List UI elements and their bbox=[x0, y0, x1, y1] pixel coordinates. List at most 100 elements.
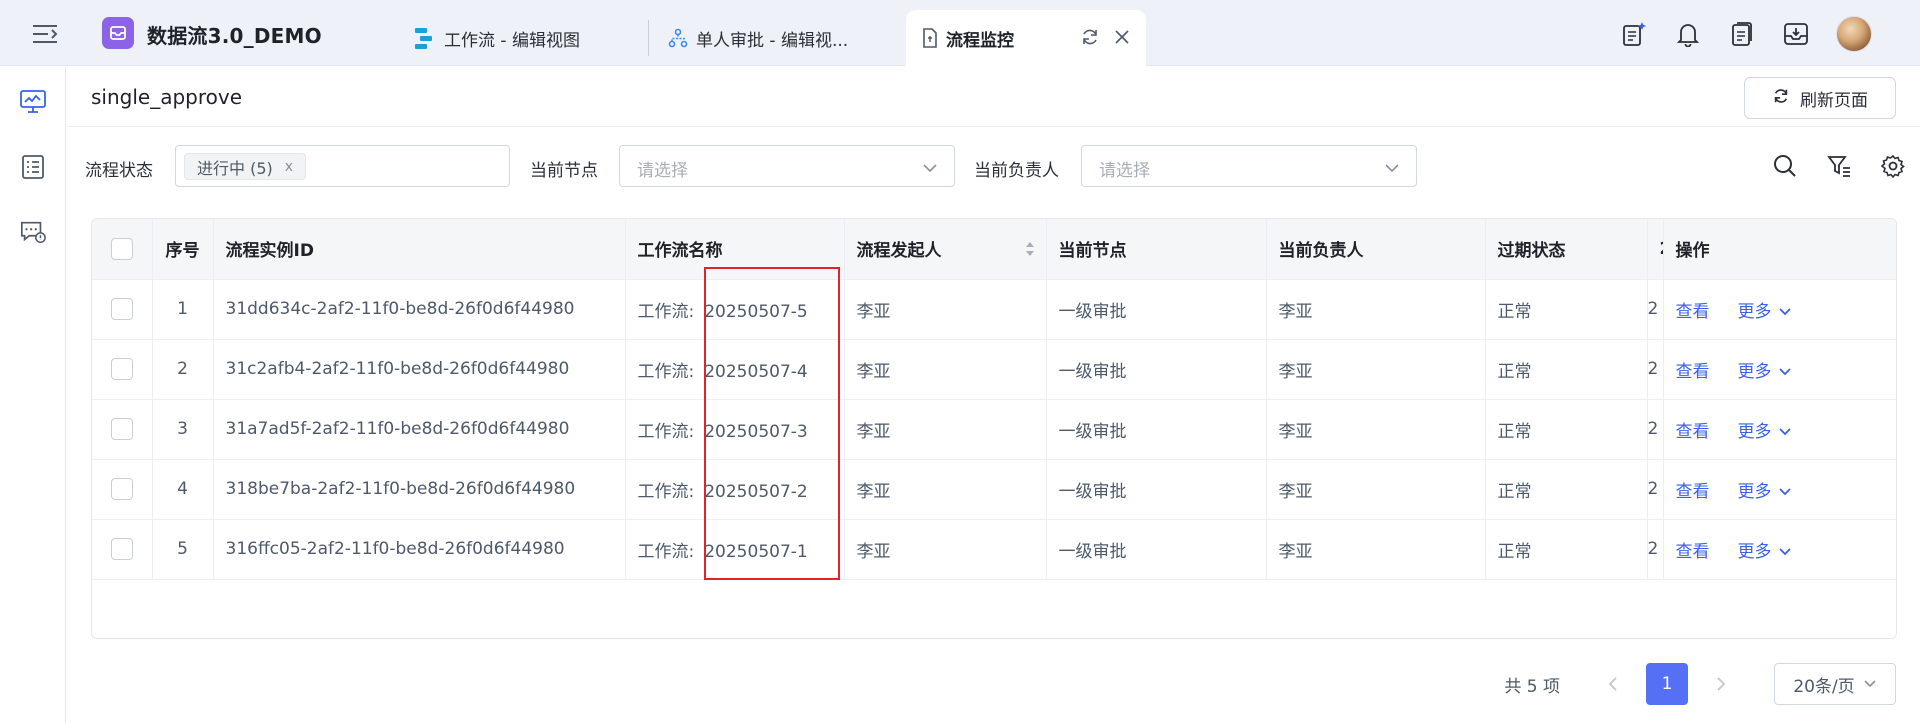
more-label: 更多 bbox=[1737, 301, 1772, 322]
table-row: 3 31a7ad5f-2af2-11f0-be8d-26f0d6f44980 工作流… bbox=[92, 398, 1896, 459]
filter-icon[interactable] bbox=[1826, 153, 1852, 179]
download-tray-icon[interactable] bbox=[1782, 21, 1809, 48]
workflow-name-prefix: 工作流: bbox=[637, 541, 695, 562]
clipboard-icon[interactable] bbox=[1728, 21, 1755, 48]
truncated-cell: 2 bbox=[1647, 338, 1664, 399]
instance-id: 31c2afb4-2af2-11f0-be8d-26f0d6f44980 bbox=[213, 338, 626, 399]
org-chart-icon bbox=[668, 28, 688, 48]
tag-close-icon[interactable]: x bbox=[285, 159, 293, 175]
row-checkbox[interactable] bbox=[110, 418, 133, 440]
workflow-icon bbox=[414, 27, 436, 49]
document-icon bbox=[922, 28, 938, 48]
table-header-row: 序号 流程实例ID 工作流名称 流程发起人 当前节点 当前负责人 过期状态 2 … bbox=[92, 219, 1896, 279]
chevron-down-icon bbox=[1384, 160, 1400, 178]
column-header: 当前节点 bbox=[1046, 219, 1267, 279]
table-row: 2 31c2afb4-2af2-11f0-be8d-26f0d6f44980 工作流… bbox=[92, 338, 1896, 399]
chat-alert-icon[interactable] bbox=[19, 218, 47, 246]
tab-process-monitor[interactable]: 流程监控 bbox=[906, 10, 1146, 66]
instance-id: 316ffc05-2af2-11f0-be8d-26f0d6f44980 bbox=[213, 518, 626, 579]
tab-workflow-edit[interactable]: 工作流 - 编辑视图 bbox=[414, 10, 580, 66]
workflow-name-cell: 工作流: 20250507-5 bbox=[625, 278, 845, 339]
next-page-icon[interactable] bbox=[1700, 663, 1742, 705]
workflow-name-code: 20250507-4 bbox=[704, 361, 808, 382]
page-number-button[interactable]: 1 bbox=[1646, 663, 1688, 705]
tab-single-approve-edit[interactable]: 单人审批 - 编辑视... bbox=[668, 10, 848, 66]
current-owner: 李亚 bbox=[1266, 518, 1486, 579]
top-bar: 数据流3.0_DEMO 工作流 - 编辑视图 单人审批 - 编辑视... 流程监… bbox=[0, 0, 1920, 66]
current-owner: 李亚 bbox=[1266, 458, 1486, 519]
tab-refresh-icon[interactable] bbox=[1080, 27, 1100, 52]
page-title: single_approve bbox=[91, 85, 243, 109]
table-empty-space bbox=[92, 579, 1896, 638]
more-dropdown[interactable]: 更多 bbox=[1738, 482, 1792, 502]
view-link[interactable]: 查看 bbox=[1676, 542, 1710, 562]
gear-icon[interactable] bbox=[1880, 153, 1906, 179]
node-placeholder: 请选择 bbox=[637, 161, 688, 181]
column-header-sortable[interactable]: 流程发起人 bbox=[844, 219, 1047, 279]
table-row: 5 316ffc05-2af2-11f0-be8d-26f0d6f44980 工作流… bbox=[92, 518, 1896, 579]
owner-filter-label: 当前负责人 bbox=[974, 161, 1059, 181]
tab-label: 单人审批 - 编辑视... bbox=[696, 30, 849, 51]
more-label: 更多 bbox=[1737, 541, 1772, 562]
row-checkbox[interactable] bbox=[110, 298, 133, 320]
avatar[interactable] bbox=[1836, 16, 1872, 52]
page-size-label: 20条/页 bbox=[1793, 676, 1855, 697]
more-label: 更多 bbox=[1737, 481, 1772, 502]
side-nav bbox=[0, 67, 66, 723]
view-link[interactable]: 查看 bbox=[1676, 482, 1710, 502]
expire-status: 正常 bbox=[1485, 458, 1648, 519]
more-label: 更多 bbox=[1737, 361, 1772, 382]
bell-icon[interactable] bbox=[1674, 21, 1701, 48]
tab-label: 工作流 - 编辑视图 bbox=[444, 30, 580, 51]
row-actions: 查看 更多 bbox=[1663, 518, 1896, 579]
current-owner: 李亚 bbox=[1266, 338, 1486, 399]
list-icon[interactable] bbox=[19, 153, 47, 181]
tab-label: 流程监控 bbox=[946, 30, 1014, 51]
workflow-name-prefix: 工作流: bbox=[637, 481, 695, 502]
more-dropdown[interactable]: 更多 bbox=[1738, 302, 1792, 322]
row-number: 5 bbox=[152, 518, 214, 579]
select-all-checkbox[interactable] bbox=[110, 237, 133, 260]
header-actions bbox=[1620, 16, 1872, 52]
owner-filter-select[interactable]: 请选择 bbox=[1081, 145, 1417, 187]
current-node: 一级审批 bbox=[1046, 278, 1267, 339]
view-link[interactable]: 查看 bbox=[1676, 422, 1710, 442]
row-actions: 查看 更多 bbox=[1663, 338, 1896, 399]
row-checkbox[interactable] bbox=[110, 358, 133, 380]
workflow-name-code: 20250507-5 bbox=[704, 301, 808, 322]
row-actions: 查看 更多 bbox=[1663, 458, 1896, 519]
menu-toggle-icon[interactable] bbox=[32, 24, 58, 44]
table-row: 4 318be7ba-2af2-11f0-be8d-26f0d6f44980 工作流… bbox=[92, 458, 1896, 519]
ai-notes-icon[interactable] bbox=[1620, 21, 1647, 48]
prev-page-icon[interactable] bbox=[1592, 663, 1634, 705]
status-tag-label: 进行中 (5) bbox=[197, 158, 273, 178]
table-row: 1 31dd634c-2af2-11f0-be8d-26f0d6f44980 工作流… bbox=[92, 278, 1896, 339]
current-node: 一级审批 bbox=[1046, 458, 1267, 519]
chevron-down-icon bbox=[1863, 674, 1877, 694]
view-link[interactable]: 查看 bbox=[1676, 362, 1710, 382]
instance-id: 31a7ad5f-2af2-11f0-be8d-26f0d6f44980 bbox=[213, 398, 626, 459]
more-dropdown[interactable]: 更多 bbox=[1738, 542, 1792, 562]
row-actions: 查看 更多 bbox=[1663, 278, 1896, 339]
refresh-icon bbox=[1772, 87, 1790, 110]
search-icon[interactable] bbox=[1772, 153, 1798, 179]
instance-id: 318be7ba-2af2-11f0-be8d-26f0d6f44980 bbox=[213, 458, 626, 519]
node-filter-select[interactable]: 请选择 bbox=[619, 145, 955, 187]
row-checkbox[interactable] bbox=[110, 478, 133, 500]
row-select-cell bbox=[92, 458, 153, 519]
monitor-icon[interactable] bbox=[19, 88, 47, 116]
view-link[interactable]: 查看 bbox=[1676, 302, 1710, 322]
initiator: 李亚 bbox=[844, 278, 1047, 339]
row-checkbox[interactable] bbox=[110, 538, 133, 561]
chevron-down-icon bbox=[1778, 302, 1792, 322]
refresh-page-label: 刷新页面 bbox=[1800, 90, 1868, 111]
row-number: 3 bbox=[152, 398, 214, 459]
status-filter-select[interactable]: 进行中 (5) x bbox=[175, 145, 510, 187]
more-dropdown[interactable]: 更多 bbox=[1738, 422, 1792, 442]
page-size-select[interactable]: 20条/页 bbox=[1774, 663, 1896, 705]
sort-icon[interactable] bbox=[1024, 241, 1036, 257]
tab-close-icon[interactable] bbox=[1112, 27, 1132, 52]
refresh-page-button[interactable]: 刷新页面 bbox=[1744, 77, 1896, 119]
chevron-down-icon bbox=[922, 160, 938, 178]
more-dropdown[interactable]: 更多 bbox=[1738, 362, 1792, 382]
